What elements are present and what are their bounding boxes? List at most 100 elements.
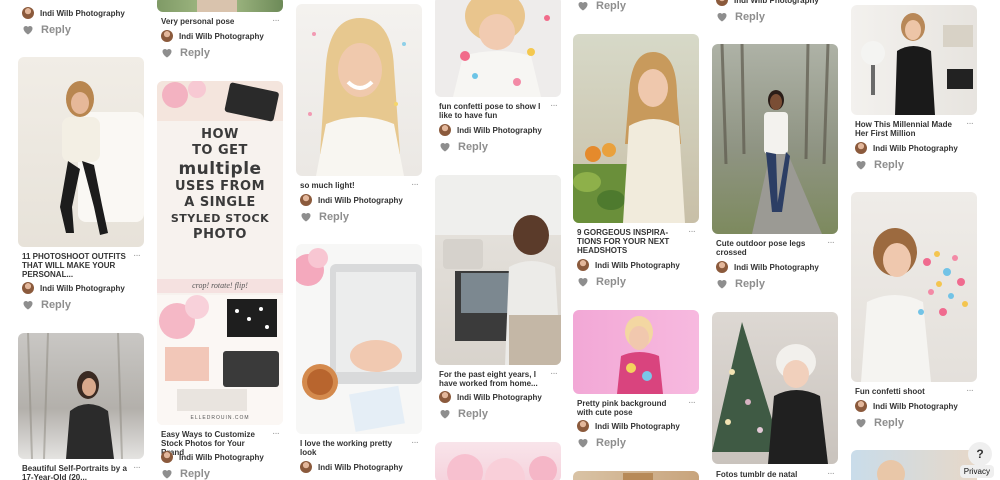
pin-title: Fotos tumblr de natal (716, 470, 798, 479)
reply-button[interactable]: Reply (22, 23, 71, 37)
pin-image[interactable] (435, 0, 561, 97)
author-avatar (161, 451, 173, 463)
privacy-link[interactable]: Privacy (959, 465, 994, 478)
heart-icon (578, 439, 588, 448)
heart-icon (856, 419, 866, 428)
more-options-icon[interactable]: ··· (411, 180, 419, 190)
reply-button[interactable]: Reply (439, 140, 488, 154)
pin-title: For the past eight years, I have worked … (439, 370, 538, 388)
stock-photo-site: ELLEDROUIN.COM (190, 415, 250, 421)
pin-image[interactable] (435, 442, 561, 480)
more-options-icon[interactable]: ··· (688, 227, 696, 237)
heart-icon (856, 161, 866, 170)
pin-title: Pretty pink background with cute pose (577, 399, 667, 417)
pin-author[interactable]: Indi Wilb Photography (439, 123, 542, 137)
author-avatar (577, 420, 589, 432)
pin-image[interactable] (712, 44, 838, 234)
pin-image[interactable] (18, 57, 144, 247)
more-options-icon[interactable]: ··· (827, 238, 835, 248)
more-options-icon[interactable]: ··· (966, 386, 974, 396)
heart-icon (440, 143, 450, 152)
reply-button[interactable]: Reply (855, 158, 904, 172)
pin-image[interactable]: HOW TO GET multiple USES FROM A SINGLE S… (157, 81, 283, 425)
author-avatar (855, 142, 867, 154)
more-options-icon[interactable]: ··· (133, 463, 141, 473)
christmas-tree-photo (712, 322, 828, 464)
author-avatar (439, 124, 451, 136)
reply-button[interactable]: Reply (161, 467, 210, 480)
pin-author[interactable]: Indi Wilb Photography (161, 29, 264, 43)
more-options-icon[interactable]: ··· (272, 429, 280, 439)
pin-title: How This Millennial Made Her First Milli… (855, 120, 952, 138)
pin-title: Cute outdoor pose legs crossed (716, 239, 806, 257)
pin-image[interactable] (296, 4, 422, 176)
pin-author[interactable]: Indi Wilb Photography (161, 450, 264, 464)
woman-seated-white-chair (60, 81, 144, 235)
more-options-icon[interactable]: ··· (411, 438, 419, 448)
laptop-desk-flatlay (296, 248, 422, 432)
heart-icon (162, 470, 172, 479)
reply-button[interactable]: Reply (577, 0, 626, 13)
reply-button[interactable]: Reply (22, 298, 71, 312)
more-options-icon[interactable]: ··· (550, 369, 558, 379)
pin-author[interactable]: Indi Wilb Photography (22, 281, 125, 295)
woman-black-outfit-interior (861, 13, 973, 115)
pin-image[interactable] (296, 244, 422, 434)
reply-button[interactable]: Reply (161, 46, 210, 60)
help-button[interactable]: ? (968, 442, 992, 466)
pin-author[interactable]: Indi Wilb Photography (300, 193, 403, 207)
reply-button[interactable]: Reply (855, 416, 904, 430)
next-pin-photo (877, 460, 905, 480)
reply-button[interactable]: Reply (300, 210, 349, 224)
woman-market-produce (573, 52, 685, 223)
author-avatar (300, 194, 312, 206)
author-avatar (439, 391, 451, 403)
pin-author[interactable]: Indi Wilb Photography (300, 460, 403, 474)
reply-button[interactable]: Reply (716, 10, 765, 24)
pin-author[interactable]: Indi Wilb Photography (577, 258, 680, 272)
author-avatar (22, 7, 34, 19)
pin-image[interactable] (18, 333, 144, 459)
pin-image[interactable] (573, 310, 699, 394)
pin-author[interactable]: Indi Wilb Photography (855, 399, 958, 413)
woman-in-snow (27, 333, 123, 459)
pin-title: 9 GORGEOUS INSPIRA- TIONS FOR YOUR NEXT … (577, 228, 670, 255)
stock-photo-band-text: crop! rotate! flip! (157, 279, 283, 293)
woman-working-laptop-couch (435, 175, 561, 365)
pin-author[interactable]: Indi Wilb Photography (855, 141, 958, 155)
more-options-icon[interactable]: ··· (827, 469, 835, 479)
pin-image[interactable] (573, 471, 699, 480)
pin-image[interactable] (851, 5, 977, 115)
pin-image[interactable] (435, 175, 561, 365)
more-options-icon[interactable]: ··· (272, 16, 280, 26)
stock-photo-headline: HOW TO GET multiple USES FROM A SINGLE S… (170, 127, 270, 242)
reply-button[interactable]: Reply (577, 436, 626, 450)
reply-button[interactable]: Reply (439, 407, 488, 421)
pin-author[interactable]: Indi Wilb Photography (716, 260, 819, 274)
pin-author[interactable]: Indi Wilb Photography (22, 6, 125, 20)
pin-title: fun confetti pose to show I like to have… (439, 102, 541, 120)
pin-author[interactable]: Indi Wilb Photography (439, 390, 542, 404)
pin-title: so much light! (300, 181, 355, 190)
more-options-icon[interactable]: ··· (550, 101, 558, 111)
more-options-icon[interactable]: ··· (688, 398, 696, 408)
reply-button[interactable]: Reply (716, 277, 765, 291)
pin-author[interactable]: Indi Wilb Photography (577, 419, 680, 433)
author-avatar (161, 30, 173, 42)
pin-author[interactable]: Indi Wilb Photography (716, 0, 819, 7)
reply-button[interactable]: Reply (577, 275, 626, 289)
pin-image[interactable] (157, 0, 283, 12)
author-avatar (300, 461, 312, 473)
more-options-icon[interactable]: ··· (966, 119, 974, 129)
smiling-blonde-woman (308, 18, 406, 176)
pin-image[interactable] (712, 312, 838, 464)
more-options-icon[interactable]: ··· (133, 251, 141, 261)
pin-image[interactable] (573, 34, 699, 223)
pin-image[interactable] (851, 450, 977, 480)
heart-icon (717, 280, 727, 289)
heart-icon (23, 301, 33, 310)
woman-pink-background (617, 316, 663, 394)
pin-image[interactable] (851, 192, 977, 382)
heart-icon (162, 49, 172, 58)
pin-title: I love the working pretty look (300, 439, 393, 457)
